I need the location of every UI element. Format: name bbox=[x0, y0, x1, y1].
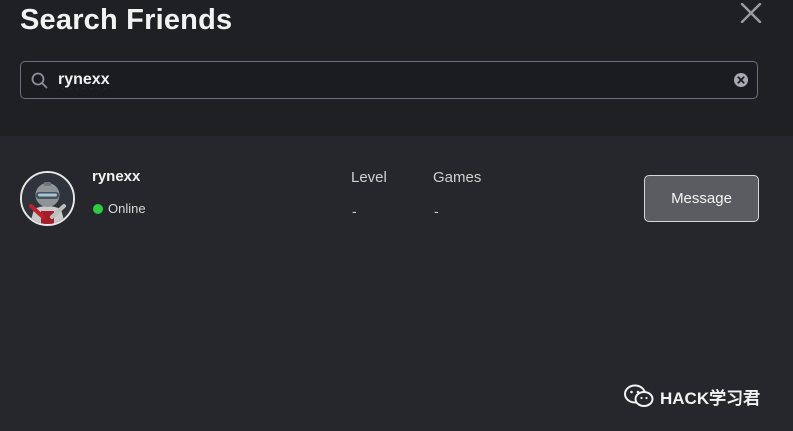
close-icon bbox=[740, 2, 762, 24]
friend-username[interactable]: rynexx bbox=[92, 168, 140, 185]
friend-result-row: rynexx Online Level - Games - Message bbox=[0, 160, 793, 240]
online-status-dot-icon bbox=[93, 204, 103, 214]
search-field[interactable] bbox=[20, 61, 758, 99]
friend-status: Online bbox=[108, 201, 146, 216]
search-friends-modal: Search Friends rynexx rynexx Online Leve… bbox=[0, 0, 793, 431]
clear-circle-icon[interactable] bbox=[733, 72, 749, 88]
robot-avatar-icon bbox=[22, 173, 73, 224]
search-input[interactable] bbox=[58, 67, 718, 93]
level-label: Level bbox=[351, 169, 387, 186]
games-value: - bbox=[434, 203, 439, 219]
level-value: - bbox=[352, 203, 357, 219]
modal-header: Search Friends bbox=[0, 0, 793, 136]
close-button[interactable] bbox=[738, 2, 764, 24]
watermark-text: HACK学习君 bbox=[660, 388, 761, 408]
watermark: HACK学习君 bbox=[624, 383, 760, 409]
avatar[interactable] bbox=[20, 171, 75, 226]
modal-title: Search Friends bbox=[20, 4, 233, 36]
wechat-logo-icon bbox=[624, 384, 654, 407]
games-label: Games bbox=[433, 169, 482, 186]
search-icon bbox=[31, 72, 48, 89]
message-button[interactable]: Message bbox=[644, 175, 759, 222]
